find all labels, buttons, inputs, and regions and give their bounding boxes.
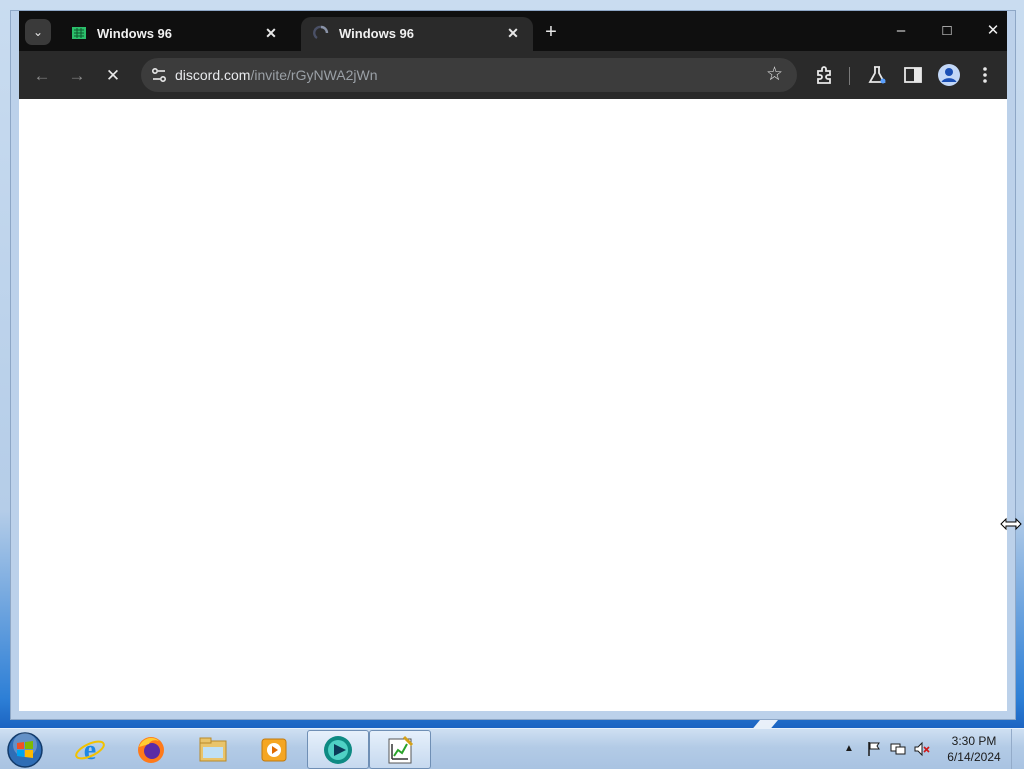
taskbar-file-explorer[interactable] [183, 730, 243, 767]
bookmark-star-icon[interactable]: ☆ [766, 63, 783, 86]
taskbar-notepad-chart[interactable] [369, 730, 431, 769]
network-icon[interactable] [890, 741, 906, 757]
taskbar: e ▲ 3:30 PM 6/14/2024 [0, 728, 1024, 769]
labs-flask-icon[interactable] [865, 63, 889, 87]
tab-title: Windows 96 [339, 26, 415, 41]
minimize-icon: – [896, 22, 906, 39]
close-tab-icon[interactable]: ✕ [503, 23, 523, 43]
back-button[interactable]: ← [29, 63, 55, 89]
volume-muted-icon[interactable] [914, 741, 930, 757]
back-icon: ← [33, 66, 51, 85]
url-path: /invite/rGyNWA2jWn [250, 67, 378, 83]
clock-date: 6/14/2024 [947, 750, 1001, 764]
tab-windows96-1[interactable]: Windows 96 ✕ [59, 17, 291, 51]
url-host: discord.com [175, 67, 251, 83]
start-orb-icon[interactable] [6, 731, 44, 769]
new-tab-button[interactable]: + [539, 20, 563, 44]
side-panel-icon[interactable] [901, 63, 925, 87]
internet-explorer-icon: e [75, 735, 105, 765]
taskbar-media-player[interactable] [244, 730, 304, 767]
maximize-button[interactable]: □ [927, 19, 967, 43]
maximize-icon: □ [942, 22, 952, 39]
tab-windows96-2[interactable]: Windows 96 ✕ [301, 17, 533, 51]
file-explorer-icon [199, 737, 227, 762]
resize-cursor-icon [1000, 517, 1022, 531]
browser-chrome: ⌄ Windows 96 ✕ Windows 96 ✕ + – □ ✕ ← → … [19, 11, 1007, 99]
tab-strip: ⌄ Windows 96 ✕ Windows 96 ✕ + – □ ✕ [19, 11, 1007, 51]
close-window-button[interactable]: ✕ [973, 19, 1013, 43]
plus-icon: + [545, 21, 557, 43]
browser-toolbar: ← → ✕ discord.com/invite/rGyNWA2jWn ☆ [19, 51, 1007, 99]
url-text[interactable]: discord.com/invite/rGyNWA2jWn [175, 67, 378, 83]
address-bar[interactable]: discord.com/invite/rGyNWA2jWn ☆ [141, 58, 797, 92]
taskbar-internet-explorer[interactable]: e [60, 730, 120, 767]
action-center-flag-icon[interactable] [866, 741, 882, 757]
tab-title: Windows 96 [97, 26, 173, 41]
minimize-button[interactable]: – [881, 19, 921, 43]
show-desktop-button[interactable] [1011, 729, 1024, 769]
windows96-green-icon [72, 27, 86, 39]
browser-window: ⌄ Windows 96 ✕ Windows 96 ✕ + – □ ✕ ← → … [10, 10, 1016, 720]
stop-loading-button[interactable]: ✕ [100, 63, 126, 89]
profile-avatar-icon[interactable] [937, 63, 961, 87]
page-viewport[interactable] [19, 99, 1007, 711]
tab-search-button[interactable]: ⌄ [25, 19, 51, 45]
media-player-icon [261, 738, 287, 762]
stop-loading-icon: ✕ [105, 66, 121, 85]
firefox-icon [138, 737, 164, 763]
chrome-app-icon [324, 736, 352, 764]
menu-kebab-icon[interactable] [973, 63, 997, 87]
forward-icon: → [68, 66, 86, 85]
toolbar-divider [849, 67, 850, 85]
taskbar-chrome-app[interactable] [307, 730, 369, 769]
close-icon: ✕ [986, 22, 1000, 39]
system-clock[interactable]: 3:30 PM 6/14/2024 [940, 733, 1008, 765]
forward-button[interactable]: → [64, 63, 90, 89]
site-info-icon[interactable] [149, 65, 169, 85]
chevron-down-icon: ⌄ [32, 25, 44, 39]
svg-text:e: e [84, 735, 96, 765]
loading-spinner-icon [313, 25, 329, 40]
close-tab-icon[interactable]: ✕ [261, 23, 281, 43]
taskbar-firefox[interactable] [121, 730, 181, 767]
extensions-icon[interactable] [813, 63, 837, 87]
notepad-chart-icon [388, 735, 414, 764]
show-hidden-icon[interactable]: ▲ [844, 743, 860, 759]
clock-time: 3:30 PM [951, 734, 997, 748]
